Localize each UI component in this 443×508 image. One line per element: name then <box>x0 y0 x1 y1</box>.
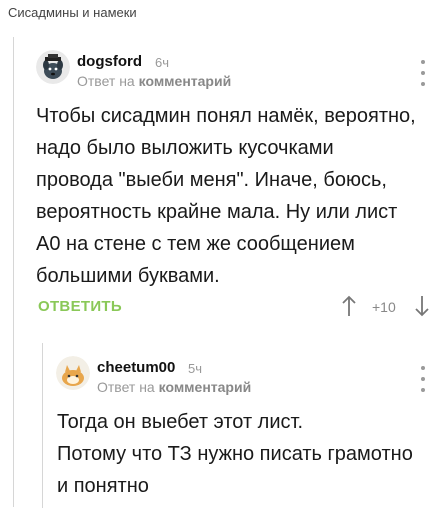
comment-time: 6ч <box>155 55 170 70</box>
rating-value: +10 <box>372 299 396 315</box>
more-vertical-icon[interactable] <box>419 60 427 86</box>
comment-username[interactable]: dogsford <box>77 53 142 70</box>
comment-username[interactable]: cheetum00 <box>97 359 175 376</box>
thread-line <box>13 37 14 507</box>
comment-text: Тогда он выебет этот лист. Потому что ТЗ… <box>57 411 413 497</box>
reply-to: Ответ на комментарий <box>97 379 251 395</box>
cat-avatar-icon <box>56 356 90 390</box>
avatar[interactable] <box>36 50 70 84</box>
arrow-up-icon[interactable] <box>341 295 357 317</box>
reply-to: Ответ на комментарий <box>77 73 231 89</box>
reply-to-prefix: Ответ на <box>77 73 135 89</box>
reply-to-prefix: Ответ на <box>97 379 155 395</box>
comment-time: 5ч <box>188 361 203 376</box>
reply-to-link[interactable]: комментарий <box>139 73 232 89</box>
reply-button[interactable]: ОТВЕТИТЬ <box>38 298 122 315</box>
thread-line-nested <box>42 343 43 508</box>
more-vertical-icon[interactable] <box>419 366 427 392</box>
comment-text: Чтобы сисадмин понял намёк, вероятно, на… <box>36 105 416 287</box>
avatar[interactable] <box>56 356 90 390</box>
dog-avatar-icon <box>36 50 70 84</box>
arrow-down-icon[interactable] <box>414 295 430 317</box>
reply-to-link[interactable]: комментарий <box>159 379 252 395</box>
post-title: Сисадмины и намеки <box>8 5 137 20</box>
